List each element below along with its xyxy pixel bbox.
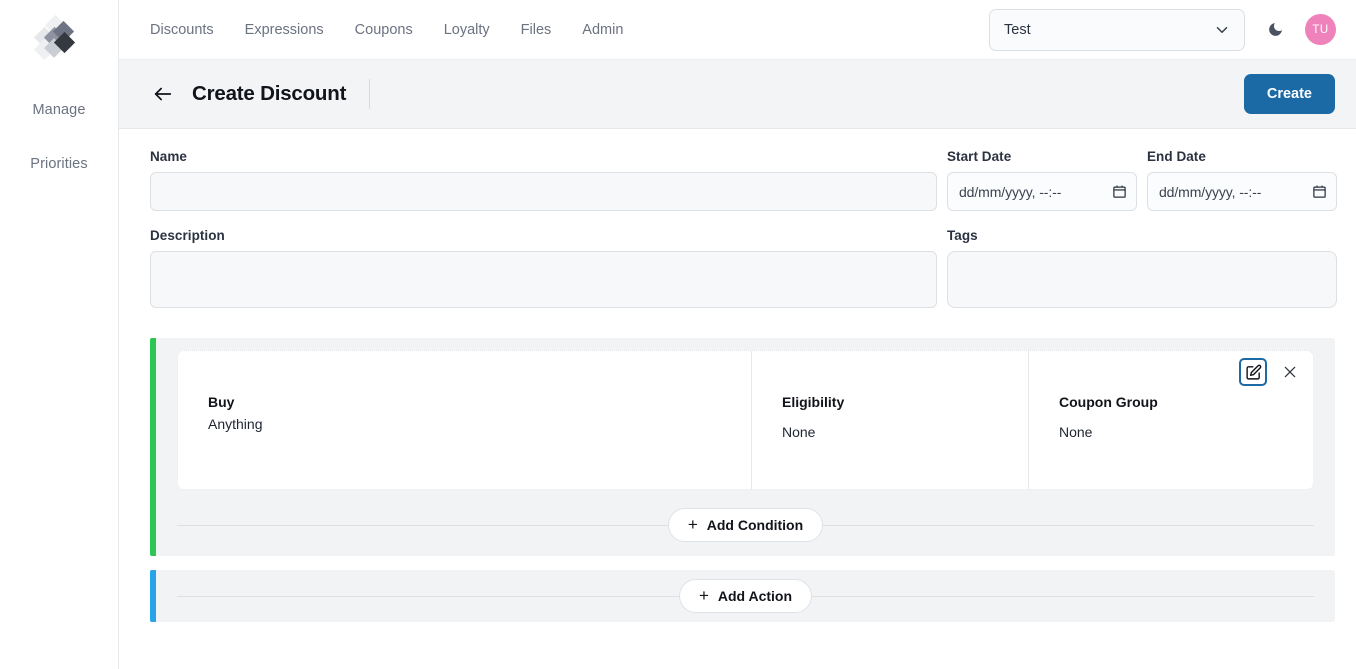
back-button[interactable]	[150, 81, 176, 107]
environment-select[interactable]: Test	[989, 9, 1245, 51]
end-date-input[interactable]: dd/mm/yyyy, --:--	[1147, 172, 1337, 211]
start-date-placeholder: dd/mm/yyyy, --:--	[959, 184, 1061, 200]
moon-icon	[1267, 21, 1284, 38]
sidebar-item-priorities[interactable]: Priorities	[0, 146, 118, 182]
calendar-icon[interactable]	[1312, 184, 1327, 199]
condition-eligibility-column: Eligibility None	[751, 351, 1028, 489]
edit-condition-button[interactable]	[1242, 361, 1264, 383]
remove-condition-button[interactable]	[1280, 362, 1300, 382]
arrow-left-icon	[152, 83, 174, 105]
name-label: Name	[150, 149, 937, 164]
condition-body: Buy Anything Eligibility None Coupon Gro…	[156, 338, 1335, 556]
add-condition-label: Add Condition	[707, 517, 803, 533]
primary-nav: Discounts Expressions Coupons Loyalty Fi…	[150, 22, 623, 38]
condition-card-actions	[1242, 361, 1300, 383]
name-input[interactable]	[150, 172, 937, 211]
page-header-bar: Create Discount Create	[119, 60, 1356, 129]
sidebar: Manage Priorities	[0, 0, 119, 669]
nav-item-expressions[interactable]: Expressions	[245, 22, 324, 38]
condition-coupon-group-value: None	[1059, 421, 1313, 443]
plus-icon: +	[688, 516, 698, 533]
theme-toggle-button[interactable]	[1262, 17, 1288, 43]
end-date-label: End Date	[1147, 149, 1337, 164]
plus-icon: +	[699, 587, 709, 604]
sidebar-item-label: Priorities	[30, 156, 87, 172]
nav-item-admin[interactable]: Admin	[582, 22, 623, 38]
nav-item-discounts[interactable]: Discounts	[150, 22, 214, 38]
title-divider	[369, 79, 370, 109]
end-date-placeholder: dd/mm/yyyy, --:--	[1159, 184, 1261, 200]
name-field-group: Name	[150, 149, 937, 211]
create-button[interactable]: Create	[1244, 74, 1335, 114]
add-action-label: Add Action	[718, 588, 792, 604]
form-row-primary: Name Start Date dd/mm/yyyy, --:--	[150, 149, 1335, 211]
add-condition-row: + Add Condition	[177, 508, 1314, 542]
page-title: Create Discount	[192, 82, 346, 106]
condition-buy-title: Buy	[208, 391, 751, 413]
add-condition-button[interactable]: + Add Condition	[668, 508, 823, 542]
start-date-field-group: Start Date dd/mm/yyyy, --:--	[947, 149, 1137, 211]
add-action-row: + Add Action	[177, 579, 1314, 613]
condition-block: Buy Anything Eligibility None Coupon Gro…	[150, 338, 1335, 556]
content-area: Name Start Date dd/mm/yyyy, --:--	[119, 129, 1356, 669]
tags-field-group: Tags	[947, 228, 1337, 313]
start-date-label: Start Date	[947, 149, 1137, 164]
app-logo[interactable]	[31, 12, 87, 68]
nav-item-files[interactable]: Files	[521, 22, 552, 38]
form-row-secondary: Description Tags	[150, 228, 1335, 313]
rules-section: Buy Anything Eligibility None Coupon Gro…	[150, 338, 1335, 622]
condition-buy-column: Buy Anything	[178, 351, 751, 489]
condition-coupon-group-title: Coupon Group	[1059, 391, 1313, 413]
topnav-right-group: Test TU	[989, 9, 1336, 51]
description-label: Description	[150, 228, 937, 243]
nav-item-loyalty[interactable]: Loyalty	[444, 22, 490, 38]
condition-card[interactable]: Buy Anything Eligibility None Coupon Gro…	[177, 350, 1314, 490]
chevron-down-icon	[1213, 21, 1231, 39]
top-navigation: Discounts Expressions Coupons Loyalty Fi…	[119, 0, 1356, 60]
edit-pencil-square-icon	[1245, 364, 1262, 381]
condition-eligibility-title: Eligibility	[782, 391, 1028, 413]
avatar-initials: TU	[1312, 24, 1328, 36]
action-block: + Add Action	[150, 570, 1335, 622]
start-date-input[interactable]: dd/mm/yyyy, --:--	[947, 172, 1137, 211]
app-root: Manage Priorities Discounts Expressions …	[0, 0, 1356, 669]
close-x-icon	[1282, 364, 1298, 380]
description-textarea[interactable]	[150, 251, 937, 308]
nav-item-coupons[interactable]: Coupons	[355, 22, 413, 38]
tags-textarea[interactable]	[947, 251, 1337, 308]
condition-eligibility-value: None	[782, 421, 1028, 443]
calendar-icon[interactable]	[1112, 184, 1127, 199]
action-body: + Add Action	[156, 570, 1335, 622]
add-action-button[interactable]: + Add Action	[679, 579, 812, 613]
end-date-field-group: End Date dd/mm/yyyy, --:--	[1147, 149, 1337, 211]
condition-buy-value: Anything	[208, 413, 751, 435]
sidebar-item-manage[interactable]: Manage	[0, 92, 118, 128]
environment-selected-value: Test	[1004, 22, 1031, 38]
description-field-group: Description	[150, 228, 937, 313]
sidebar-item-label: Manage	[33, 102, 86, 118]
main-column: Discounts Expressions Coupons Loyalty Fi…	[119, 0, 1356, 669]
tags-label: Tags	[947, 228, 1337, 243]
user-avatar[interactable]: TU	[1305, 14, 1336, 45]
